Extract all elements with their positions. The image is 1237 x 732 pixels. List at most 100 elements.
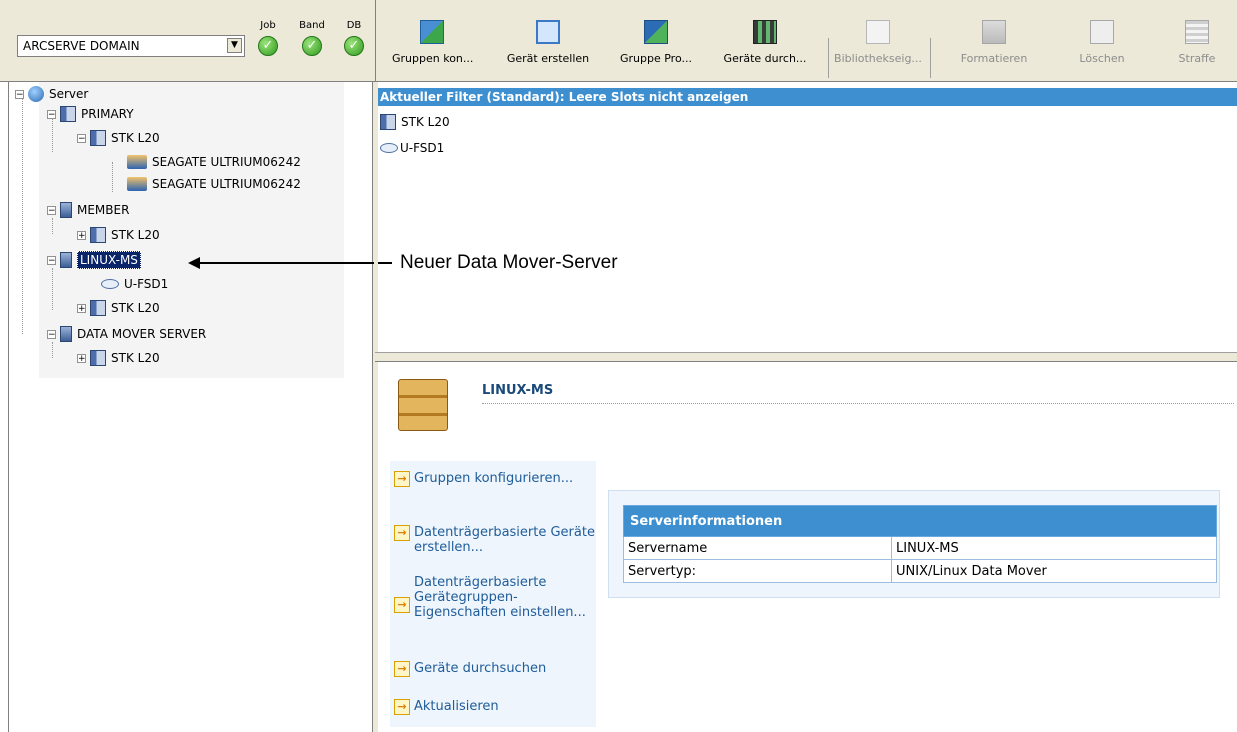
create-device-button[interactable]: Gerät erstellen [500,20,596,78]
band-status-label: Band [299,20,325,31]
tree-item-label: Server [49,87,89,101]
list-item[interactable]: U-FSD1 [380,138,444,158]
check-circle-icon: ✓ [302,36,322,56]
server-tree: − Server − PRIMARY − STK L20 SEAGATE ULT… [8,82,375,732]
horizontal-splitter[interactable] [375,352,1237,362]
tree-item-label: SEAGATE ULTRIUM06242 [152,155,301,169]
disk-device-icon [101,279,119,289]
task-configure-groups[interactable]: → Gruppen konfigurieren... [390,471,596,487]
toolbar-button-label: Bibliothekseig... [834,52,922,65]
toolbar-button-label: Gerät erstellen [506,52,590,65]
tree-item-primary[interactable]: − PRIMARY [47,104,134,124]
domain-dropdown[interactable]: ARCSERVE DOMAIN ▼ [17,35,245,57]
db-status-label: DB [346,20,362,31]
configure-groups-icon [420,20,444,44]
library-properties-icon [866,20,890,44]
tree-item-linux-ms[interactable]: − LINUX-MS [47,250,141,270]
list-item[interactable]: STK L20 [380,112,450,132]
retension-button[interactable]: Straffe [1172,20,1222,78]
collapse-icon[interactable]: − [15,89,24,99]
configure-groups-button[interactable]: Gruppen kon... [392,20,473,78]
task-scan-devices[interactable]: → Geräte durchsuchen [390,661,596,677]
task-disk-group-properties[interactable]: → Datenträgerbasierte Gerätegruppen-Eige… [390,575,596,620]
arrow-right-icon: → [394,661,410,677]
toolbar-button-label: Geräte durch... [723,52,807,65]
task-refresh[interactable]: → Aktualisieren [390,699,596,715]
server-root-icon [28,86,44,102]
tree-item-data-mover-server[interactable]: − DATA MOVER SERVER [47,324,206,344]
task-label: Geräte durchsuchen [414,661,547,676]
tree-item-stk-l20[interactable]: + STK L20 [77,298,160,318]
collapse-icon[interactable]: − [47,109,56,119]
tree-item-stk-l20[interactable]: + STK L20 [77,225,160,245]
table-header: Serverinformationen [623,505,1217,537]
task-label: Gruppen konfigurieren... [414,471,574,486]
toolbar-button-label: Gruppe Pro... [620,52,692,65]
server-icon [398,379,448,431]
tape-library-icon [90,227,106,243]
tree-item-label: SEAGATE ULTRIUM06242 [152,177,301,191]
collapse-icon[interactable]: − [47,329,56,339]
collapse-icon[interactable]: − [47,255,56,265]
tree-item-u-fsd1[interactable]: U-FSD1 [101,274,168,294]
member-server-icon [60,202,72,218]
server-info-box: Serverinformationen Servername LINUX-MS … [608,490,1220,598]
toolbar: Gruppen kon... Gerät erstellen Gruppe Pr… [375,0,1237,82]
tree-item-label: U-FSD1 [124,277,169,291]
expand-icon[interactable]: + [77,303,86,313]
table-cell-value: LINUX-MS [891,536,1217,560]
check-circle-icon: ✓ [344,36,364,56]
tree-item-tape-drive[interactable]: SEAGATE ULTRIUM06242 [127,174,301,194]
task-label: Datenträgerbasierte Geräte erstellen... [414,525,595,555]
tape-drive-icon [127,177,147,191]
toolbar-button-label: Formatieren [960,52,1028,65]
tape-library-icon [380,114,396,130]
tree-item-tape-drive[interactable]: SEAGATE ULTRIUM06242 [127,152,301,172]
task-label: Datenträgerbasierte Gerätegruppen-Eigens… [414,575,586,620]
collapse-icon[interactable]: − [77,133,86,143]
task-create-disk-devices[interactable]: → Datenträgerbasierte Geräte erstellen..… [390,525,596,555]
primary-server-icon [60,106,76,122]
annotation-arrow [194,262,374,264]
tree-item-label: STK L20 [111,351,160,365]
tree-item-label: STK L20 [111,228,160,242]
tape-library-icon [90,300,106,316]
tree-item-server[interactable]: − Server [15,84,88,104]
table-row: Servername LINUX-MS [623,536,1217,560]
erase-button[interactable]: Löschen [1072,20,1132,78]
library-properties-button[interactable]: Bibliothekseig... [832,20,924,78]
tree-item-label: LINUX-MS [77,251,141,269]
data-mover-server-icon [60,252,72,268]
table-cell-value: UNIX/Linux Data Mover [891,559,1217,583]
scan-devices-icon [753,20,777,44]
format-icon [982,20,1006,44]
filter-bar[interactable]: Aktueller Filter (Standard): Leere Slots… [378,88,1237,106]
table-row: Servertyp: UNIX/Linux Data Mover [623,559,1217,583]
job-status[interactable]: Job ✓ [248,20,288,56]
group-properties-button[interactable]: Gruppe Pro... [614,20,698,78]
collapse-icon[interactable]: − [47,205,56,215]
expand-icon[interactable]: + [77,230,86,240]
data-mover-server-icon [60,326,72,342]
tape-library-icon [90,350,106,366]
task-list: → Gruppen konfigurieren... → Datenträger… [390,461,596,727]
db-status[interactable]: DB ✓ [334,20,374,56]
create-device-icon [536,20,560,44]
check-circle-icon: ✓ [258,36,278,56]
group-properties-icon [644,20,668,44]
tree-item-label: STK L20 [111,131,160,145]
tree-item-stk-l20[interactable]: − STK L20 [77,128,160,148]
tree-item-label: DATA MOVER SERVER [77,327,207,341]
expand-icon[interactable]: + [77,353,86,363]
band-status[interactable]: Band ✓ [292,20,332,56]
arrow-right-icon: → [394,597,410,613]
retension-icon [1185,20,1209,44]
tree-item-label: STK L20 [111,301,160,315]
scan-devices-button[interactable]: Geräte durch... [718,20,812,78]
tree-item-stk-l20[interactable]: + STK L20 [77,348,160,368]
chevron-down-icon[interactable]: ▼ [227,38,242,53]
arrow-right-icon: → [394,699,410,715]
annotation-text: Neuer Data Mover-Server [400,252,618,273]
tree-item-member[interactable]: − MEMBER [47,200,129,220]
format-button[interactable]: Formatieren [954,20,1034,78]
